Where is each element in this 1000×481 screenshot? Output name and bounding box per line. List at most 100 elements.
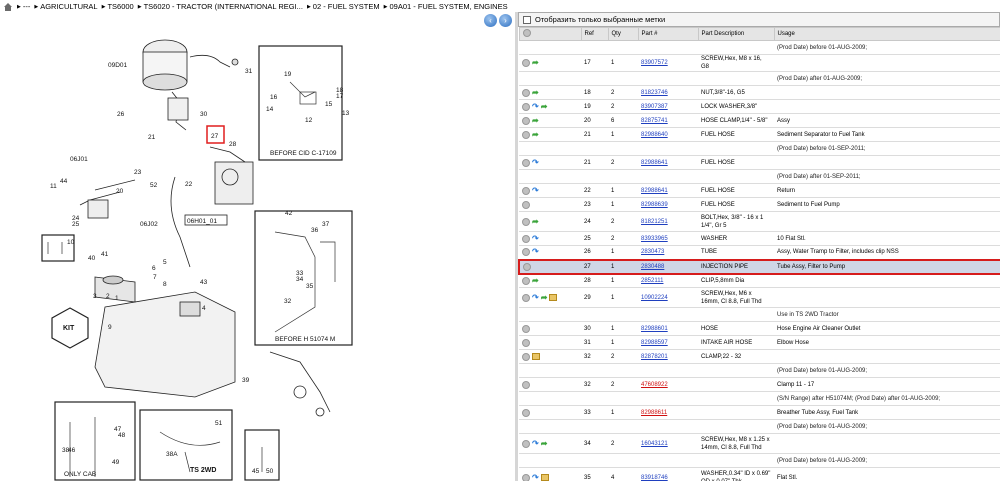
part-number-link[interactable]: 16043121 [641,441,668,447]
callout-40[interactable]: 40 [88,255,96,262]
info-icon[interactable] [522,276,530,285]
part-row[interactable]: ↷ 21 2 82988641 FUEL HOSE [519,155,1000,170]
replace-arrow-icon[interactable]: ↷ [532,248,539,256]
callout-52[interactable]: 52 [150,182,158,189]
part-row[interactable]: ↷ 35483918746 WASHER,0.34" ID x 0.69" OD x… [519,467,1000,481]
callout-20[interactable]: 20 [116,188,124,195]
callout-49[interactable]: 49 [112,459,120,466]
info-icon[interactable] [522,102,530,111]
usage-note-row[interactable]: (Prod Date) before 01-AUG-2009; [519,453,1000,468]
part-number-link[interactable]: 83907387 [641,104,668,110]
callout-22[interactable]: 22 [185,181,193,188]
callout-25[interactable]: 25 [72,221,80,228]
replace-arrow-icon[interactable]: ↷ [532,293,539,302]
callout-34[interactable]: 34 [296,276,304,283]
callout-30[interactable]: 30 [200,111,208,118]
order-arrow-icon[interactable]: ➦ [541,102,548,111]
callout-28[interactable]: 28 [229,141,237,148]
part-number-link[interactable]: 82988597 [641,340,668,346]
info-icon[interactable] [522,234,530,243]
column-header-ref[interactable]: Ref [580,27,609,41]
part-row[interactable]: ↷ ➦ 29 1 10902224 SCREW,Hex, M6 x 16mm, Cl 8.… [519,287,1000,308]
part-row[interactable]: ↷ 26 1 2830473 TUBE Assy, Water Tramp to Filt… [519,245,1000,260]
info-icon[interactable] [522,408,530,417]
part-row[interactable]: ↷ 25 2 83933965 WASHER 10 Flat Stl. [519,231,1000,246]
info-icon[interactable] [522,88,530,97]
part-row[interactable]: ➦ 18 2 81823746 NUT,3/8"-16, G5 [519,85,1000,100]
replace-arrow-icon[interactable]: ↷ [532,186,539,195]
part-number-link[interactable]: 81823746 [641,90,668,96]
info-icon[interactable] [522,186,530,195]
usage-note-row[interactable]: Use in TS 2WD Tractor [519,307,1000,322]
callout-36[interactable]: 36 [311,227,319,234]
callout-5[interactable]: 5 [163,259,167,266]
info-icon[interactable] [522,116,530,125]
package-icon[interactable] [549,294,558,301]
part-row[interactable]: ↷ ➦ 34 2 16043121 SCREW,Hex, M8 x 1.25 x 14mm… [519,433,1000,454]
column-header-description[interactable]: Part Description [697,27,775,41]
callout-3[interactable]: 3 [93,293,97,300]
callout-8[interactable]: 8 [163,281,167,288]
breadcrumb-item[interactable]: --- [17,2,31,11]
info-icon[interactable] [522,324,530,333]
part-row[interactable]: 32 2 47608922 Clamp 11 - 17 [519,377,1000,392]
part-row[interactable]: 32 2 82878201 CLAMP,22 - 32 [519,349,1000,364]
show-selected-only-checkbox[interactable] [523,15,531,24]
part-number-link[interactable]: 82878201 [641,354,668,360]
callout-06j01[interactable]: 06J01 [70,156,88,163]
replace-arrow-icon[interactable]: ↷ [532,102,539,111]
callout-32[interactable]: 32 [284,298,292,305]
info-icon[interactable] [522,380,530,389]
info-icon[interactable] [522,352,530,361]
info-icon[interactable] [523,262,531,271]
callout-50[interactable]: 50 [266,468,274,475]
part-row[interactable]: 23 1 82988639 FUEL HOSE Sediment to Fuel Pum… [519,197,1000,212]
part-number-link[interactable]: 2852111 [641,278,663,284]
part-number-link[interactable]: 83907572 [641,60,668,66]
part-row[interactable]: ➦ 20 6 82875741 HOSE CLAMP,1/4" - 5/8" Assy [519,113,1000,128]
part-row[interactable]: 30 1 82988601 HOSE Hose Engine Air Cleaner O… [519,321,1000,336]
callout-21[interactable]: 21 [148,134,156,141]
part-number-link[interactable]: 83933965 [641,236,668,242]
part-number-link[interactable]: 82988611 [641,410,667,416]
order-arrow-icon[interactable]: ➦ [532,276,539,285]
breadcrumb-item[interactable]: AGRICULTURAL [34,2,97,11]
order-arrow-icon[interactable]: ➦ [532,88,539,97]
replace-arrow-icon[interactable]: ↷ [532,158,539,167]
part-number-link[interactable]: 2830488 [641,264,664,270]
callout-16[interactable]: 16 [270,94,278,101]
order-arrow-icon[interactable]: ➦ [532,59,539,67]
usage-note-row[interactable]: (Prod Date) before 01-AUG-2009; [519,40,1000,55]
info-icon[interactable] [522,158,530,167]
callout-46[interactable]: 46 [68,447,76,454]
callout-17[interactable]: 17 [336,93,344,100]
part-number-link[interactable]: 2830473 [641,249,664,255]
breadcrumb-item[interactable]: TS6020 - TRACTOR (INTERNATIONAL REGI... [138,2,303,11]
part-row[interactable]: 31 1 82988597 INTAKE AIR HOSE Elbow Hose [519,335,1000,350]
usage-note-row[interactable]: (Prod Date) before 01-AUG-2009; [519,363,1000,378]
callout-27[interactable]: 27 [211,133,219,140]
callout-44[interactable]: 44 [60,178,68,185]
info-icon[interactable] [522,439,530,448]
callout-12[interactable]: 12 [305,117,313,124]
breadcrumb-item[interactable]: 02 - FUEL SYSTEM [307,2,380,11]
package-icon[interactable] [532,353,540,360]
part-number-link[interactable]: 82988641 [641,188,668,194]
part-number-link[interactable]: 82988641 [641,160,668,166]
callout-15[interactable]: 15 [325,101,333,108]
part-row[interactable]: ➦ 21 1 82988640 FUEL HOSE Sediment Separator … [519,127,1000,142]
part-row[interactable]: 33 1 82988611 Breather Tube Assy, Fuel Tank [519,405,1000,420]
order-arrow-icon[interactable]: ➦ [541,293,548,302]
callout-41[interactable]: 41 [101,251,109,258]
callout-35[interactable]: 35 [306,283,314,290]
info-icon[interactable] [522,130,530,139]
part-number-link[interactable]: 10902224 [641,295,668,301]
home-icon[interactable] [3,2,13,11]
column-header-usage[interactable]: Usage [773,27,1000,41]
callout-19[interactable]: 19 [284,71,292,78]
part-row[interactable]: ➦ 17 1 83907572 SCREW,Hex, M8 x 16, G8 [519,54,1000,72]
callout-48[interactable]: 48 [118,432,126,439]
info-icon[interactable] [522,217,530,226]
callout-38a[interactable]: 38A [166,451,178,458]
order-arrow-icon[interactable]: ➦ [541,439,548,448]
